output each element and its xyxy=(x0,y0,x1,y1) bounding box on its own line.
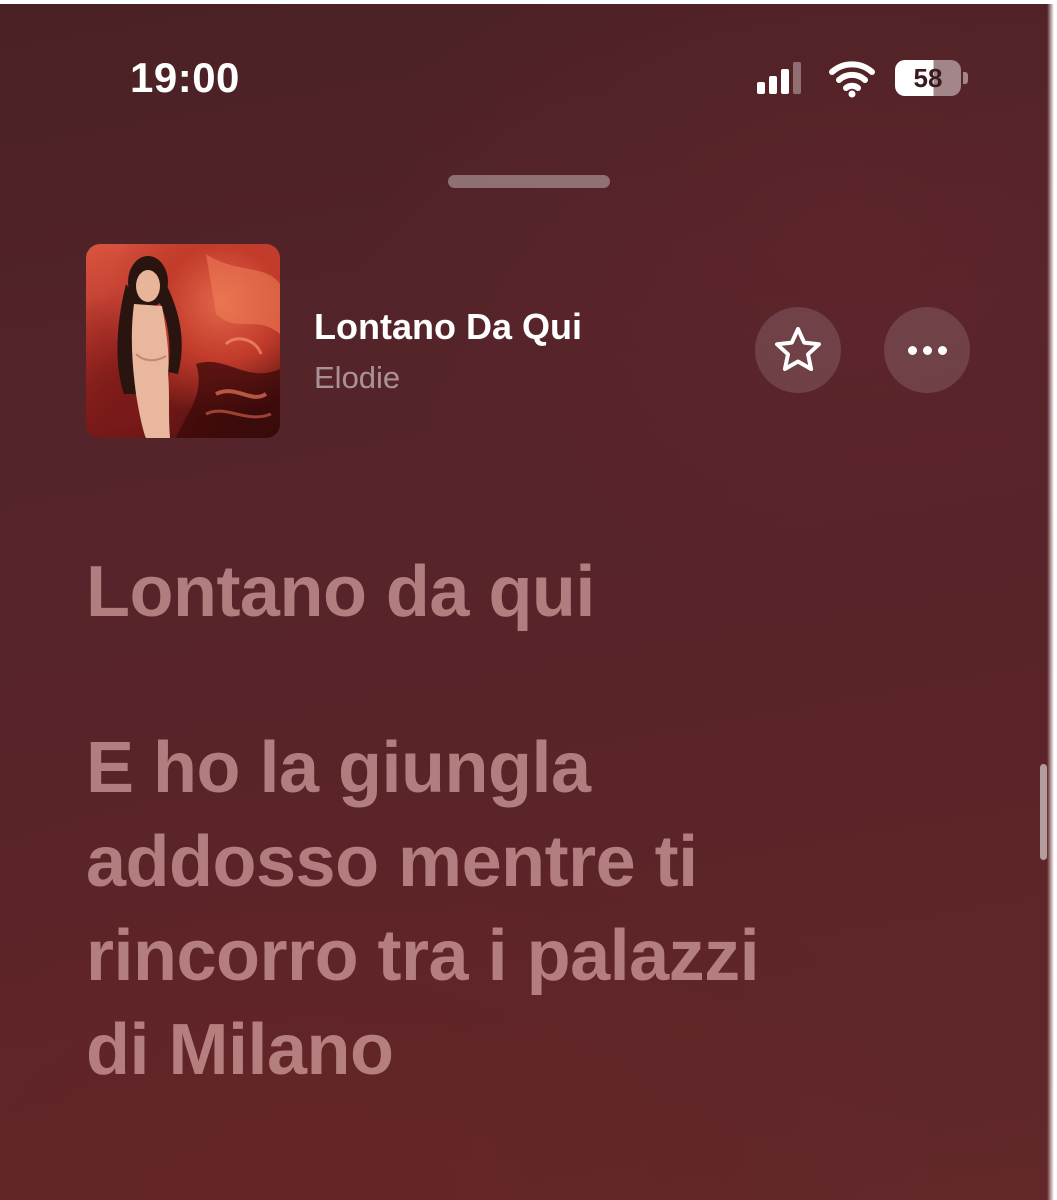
lyrics-view[interactable]: Lontano da qui E ho la giungla addosso m… xyxy=(86,545,966,1097)
screen-edge xyxy=(1047,0,1057,1200)
song-title: Lontano Da Qui xyxy=(314,306,582,347)
status-bar-time: 19:00 xyxy=(130,54,240,101)
lyric-line[interactable]: di Milano xyxy=(86,1003,966,1097)
album-artwork[interactable] xyxy=(86,244,280,438)
song-artist[interactable]: Elodie xyxy=(314,360,400,396)
wifi-icon xyxy=(828,58,876,98)
lyric-line[interactable]: Lontano da qui xyxy=(86,545,966,639)
ellipsis-icon xyxy=(907,345,947,355)
lyric-line[interactable]: rincorro tra i palazzi xyxy=(86,909,966,1003)
more-options-button[interactable] xyxy=(884,307,970,393)
star-icon xyxy=(775,327,821,371)
screen-edge-top xyxy=(0,0,1057,4)
battery-icon: 58 xyxy=(895,60,961,96)
now-playing-lyrics-screen: 19:00 58 Lontano Da Qui Elodie Lontano d… xyxy=(0,0,1057,1200)
lyric-line[interactable]: E ho la giungla xyxy=(86,721,966,815)
cellular-signal-icon xyxy=(757,62,801,94)
battery-cap xyxy=(963,72,968,84)
favorite-button[interactable] xyxy=(755,307,841,393)
scrollbar[interactable] xyxy=(1040,764,1047,860)
sheet-grabber-handle[interactable] xyxy=(448,175,610,188)
lyric-line[interactable]: addosso mentre ti xyxy=(86,815,966,909)
